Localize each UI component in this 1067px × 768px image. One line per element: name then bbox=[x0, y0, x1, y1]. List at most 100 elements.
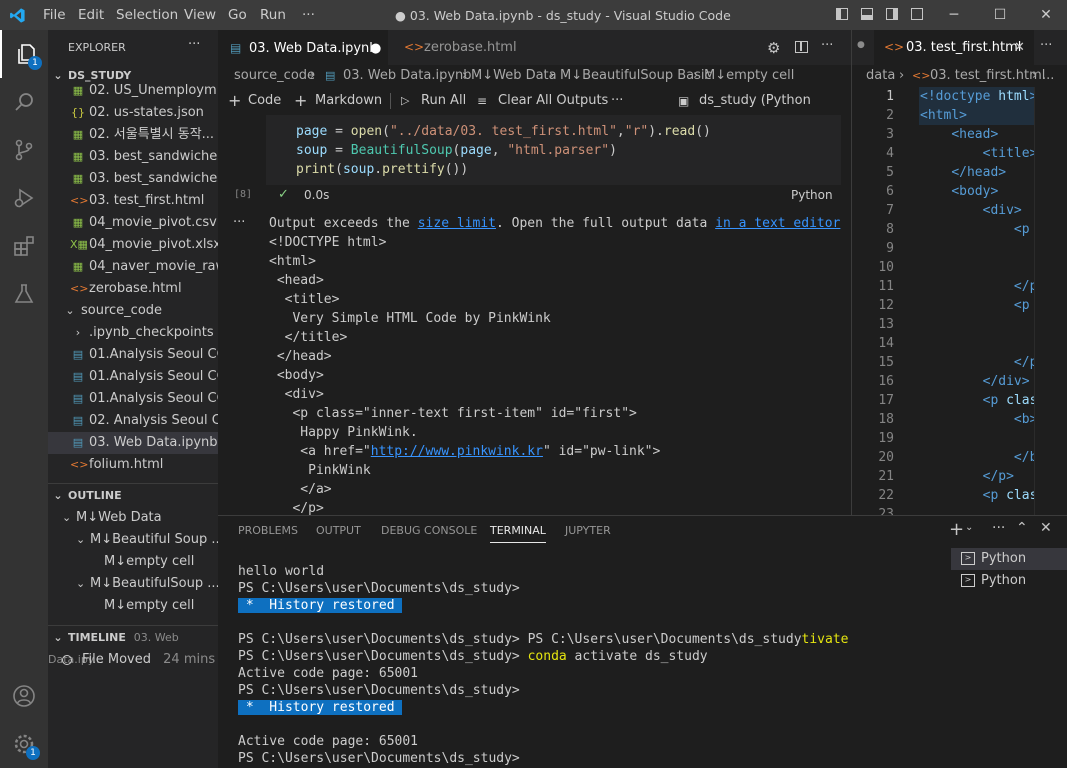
more-actions-icon[interactable]: ··· bbox=[821, 38, 833, 53]
editor-tabs: ▤ 03. Web Data.ipynb ● <> zerobase.html … bbox=[218, 30, 851, 65]
menu-selection[interactable]: Selection bbox=[116, 7, 178, 23]
customize-layout-icon[interactable] bbox=[911, 8, 923, 20]
line-number: 5 bbox=[886, 165, 894, 180]
outline-item[interactable]: M↓empty cell bbox=[48, 595, 218, 617]
file-item[interactable]: ▦ 02. 서울특별시 동작... bbox=[48, 124, 218, 146]
search-activity[interactable] bbox=[0, 78, 48, 126]
tab-zerobase[interactable]: <> zerobase.html bbox=[388, 30, 518, 65]
more-actions-icon[interactable]: ··· bbox=[992, 520, 1005, 536]
terminal-list-item[interactable]: > Python bbox=[951, 548, 1067, 570]
html-source-editor[interactable]: 1 2 3 4 5 6 7 8 9 10 11 12 13 14 15 16 17 18 19 20 21 22 23 <!… bbox=[852, 87, 1067, 515]
menu-view[interactable]: View bbox=[184, 7, 216, 23]
toggle-panel-icon[interactable] bbox=[861, 8, 873, 20]
file-item[interactable]: {} 02. us-states.json bbox=[48, 102, 218, 124]
menu-edit[interactable]: Edit bbox=[78, 7, 104, 23]
file-item[interactable]: ▤ 01.Analysis Seoul CC... bbox=[48, 388, 218, 410]
outline-item[interactable]: M↓empty cell bbox=[48, 551, 218, 573]
new-terminal-icon[interactable]: + bbox=[949, 519, 964, 540]
breadcrumb-item[interactable]: 03. Web Data.ipynb bbox=[343, 65, 472, 87]
breadcrumb-item[interactable]: source_code bbox=[234, 65, 315, 87]
explorer-activity[interactable]: 1 bbox=[0, 30, 48, 78]
size-limit-link[interactable]: size limit bbox=[418, 216, 496, 231]
outline-item[interactable]: ⌄ M↓BeautifulSoup ... bbox=[48, 573, 218, 595]
file-item[interactable]: ⌄ source_code bbox=[48, 300, 218, 322]
timeline-header[interactable]: ⌄ TIMELINE 03. Web Data.ipy... bbox=[48, 627, 218, 666]
file-item[interactable]: ▦ 03. best_sandwiches... bbox=[48, 168, 218, 190]
panel-tab-problems[interactable]: PROBLEMS bbox=[238, 524, 298, 537]
breadcrumb-item[interactable]: M↓BeautifulSoup Basic bbox=[560, 65, 712, 87]
toggle-secondary-sidebar-icon[interactable] bbox=[886, 8, 898, 20]
run-debug-activity[interactable] bbox=[0, 174, 48, 222]
source-line: <!doctype html> bbox=[920, 89, 1037, 104]
execution-count: [8] bbox=[234, 189, 253, 200]
gear-icon[interactable]: ⚙ bbox=[767, 39, 780, 57]
account-icon bbox=[13, 685, 35, 707]
maximize-panel-icon[interactable]: ⌃ bbox=[1016, 520, 1028, 536]
menu-more[interactable]: ··· bbox=[302, 7, 315, 23]
breadcrumb-item[interactable]: M↓empty cell bbox=[704, 65, 794, 87]
menu-go[interactable]: Go bbox=[228, 7, 247, 23]
file-item[interactable]: ▦ 04_movie_pivot.csv bbox=[48, 212, 218, 234]
more-toolbar-button[interactable]: ··· bbox=[611, 87, 623, 115]
dirty-dot-icon[interactable]: ● bbox=[370, 31, 381, 66]
breadcrumb-item[interactable]: M↓Web Data bbox=[471, 65, 557, 87]
panel-tab-terminal[interactable]: TERMINAL bbox=[490, 524, 546, 543]
close-window-button[interactable]: ✕ bbox=[1023, 0, 1067, 30]
tab-web-data[interactable]: ▤ 03. Web Data.ipynb ● bbox=[218, 30, 388, 65]
menu-file[interactable]: File bbox=[43, 7, 66, 23]
panel-tab-debug-console[interactable]: DEBUG CONSOLE bbox=[381, 524, 477, 537]
breadcrumb-item[interactable]: ... bbox=[1042, 65, 1054, 87]
clear-outputs-button[interactable]: Clear All Outputs bbox=[498, 87, 608, 115]
output-more-icon[interactable]: ··· bbox=[233, 215, 245, 230]
file-item[interactable]: <>03. test_first.html bbox=[48, 190, 218, 212]
file-item[interactable]: › .ipynb_checkpoints bbox=[48, 322, 218, 344]
close-icon[interactable]: ✕ bbox=[1014, 30, 1025, 65]
add-code-button[interactable]: Code bbox=[248, 87, 281, 115]
manage-activity[interactable]: 1 bbox=[0, 720, 48, 768]
timeline-item[interactable]: File Moved 24 mins bbox=[48, 649, 218, 671]
file-item[interactable]: ▦ 02. US_Unemploym... bbox=[48, 80, 218, 102]
split-editor-icon[interactable] bbox=[795, 41, 808, 53]
run-all-button[interactable]: Run All bbox=[421, 87, 466, 115]
toggle-sidebar-icon[interactable] bbox=[836, 8, 848, 20]
file-item[interactable]: ▤ 01.Analysis Seoul CC... bbox=[48, 366, 218, 388]
cell-language[interactable]: Python bbox=[791, 188, 833, 202]
panel-tab-output[interactable]: OUTPUT bbox=[316, 524, 361, 537]
file-item[interactable]: X▦04_movie_pivot.xlsx bbox=[48, 234, 218, 256]
chevron-down-icon[interactable]: ⌄ bbox=[965, 522, 973, 533]
breadcrumb-item[interactable]: data bbox=[866, 65, 895, 87]
minimize-button[interactable]: ─ bbox=[931, 0, 977, 30]
file-item[interactable]: ▦ 03. best_sandwiches... bbox=[48, 146, 218, 168]
close-panel-icon[interactable]: ✕ bbox=[1040, 520, 1052, 536]
outline-header[interactable]: ⌄ OUTLINE bbox=[48, 485, 218, 507]
line-number: 11 bbox=[878, 279, 894, 294]
maximize-button[interactable]: ☐ bbox=[977, 0, 1023, 30]
panel-tab-jupyter[interactable]: JUPYTER bbox=[565, 524, 611, 537]
html-file-icon: <> bbox=[70, 282, 89, 295]
file-item[interactable]: ▤ 01.Analysis Seoul CC... bbox=[48, 344, 218, 366]
outline-label: M↓Beautiful Soup ... bbox=[90, 532, 218, 547]
outline-item[interactable]: ⌄ M↓Beautiful Soup ... bbox=[48, 529, 218, 551]
source-control-activity[interactable] bbox=[0, 126, 48, 174]
menu-run[interactable]: Run bbox=[260, 7, 286, 23]
extensions-activity[interactable] bbox=[0, 222, 48, 270]
file-item[interactable]: ▦ 04_naver_movie_raw... bbox=[48, 256, 218, 278]
pinkwink-link[interactable]: http://www.pinkwink.kr bbox=[371, 444, 543, 459]
minimap[interactable] bbox=[1034, 87, 1067, 515]
testing-activity[interactable] bbox=[0, 270, 48, 318]
explorer-more-button[interactable]: ··· bbox=[188, 37, 200, 52]
add-markdown-button[interactable]: Markdown bbox=[315, 87, 382, 115]
breadcrumb-item[interactable]: 03. test_first.html bbox=[930, 65, 1045, 87]
outline-item[interactable]: ⌄ M↓Web Data bbox=[48, 507, 218, 529]
more-actions-icon[interactable]: ··· bbox=[1040, 38, 1052, 53]
code-cell-editor[interactable]: page = open("../data/03. test_first.html… bbox=[266, 115, 841, 185]
open-text-editor-link[interactable]: in a text editor bbox=[715, 216, 840, 231]
accounts-activity[interactable] bbox=[0, 672, 48, 720]
terminal-list-item[interactable]: > Python bbox=[951, 570, 1067, 592]
run-debug-icon bbox=[14, 188, 34, 208]
tab-test-first[interactable]: <> 03. test_first.html ✕ bbox=[874, 30, 1034, 65]
file-item[interactable]: <>zerobase.html bbox=[48, 278, 218, 300]
file-item[interactable]: ▤ 03. Web Data.ipynb bbox=[48, 432, 218, 454]
file-item[interactable]: ▤ 02. Analysis Seoul Cr... bbox=[48, 410, 218, 432]
file-item[interactable]: <>folium.html bbox=[48, 454, 218, 476]
